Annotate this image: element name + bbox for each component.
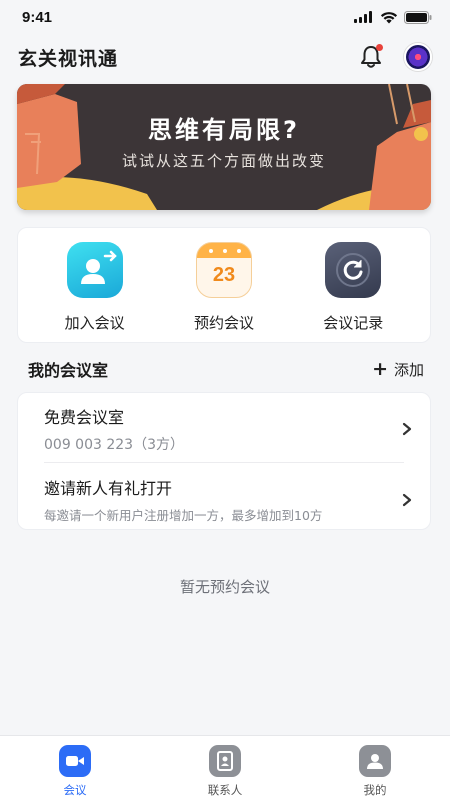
status-icons bbox=[354, 10, 432, 24]
contacts-icon bbox=[209, 745, 241, 777]
calendar-icon: 23 bbox=[195, 242, 252, 298]
avatar[interactable] bbox=[404, 43, 432, 71]
promo-banner[interactable]: 思维有局限? 试试从这五个方面做出改变 bbox=[17, 84, 431, 210]
notification-button[interactable] bbox=[358, 44, 384, 70]
chevron-right-icon bbox=[402, 493, 412, 507]
calendar-day: 23 bbox=[212, 264, 236, 286]
invite-title: 邀请新人有礼打开 bbox=[44, 479, 173, 498]
my-rooms-header: 我的会议室 + 添加 bbox=[28, 356, 424, 382]
schedule-meeting-button[interactable]: 23 预约会议 bbox=[169, 242, 279, 333]
signal-icon bbox=[354, 11, 372, 23]
banner-title: 思维有局限? bbox=[148, 116, 300, 144]
header-actions bbox=[358, 43, 432, 71]
app-header: 玄关视讯通 bbox=[0, 38, 450, 76]
app-title: 玄关视讯通 bbox=[18, 47, 119, 70]
my-rooms-card: 免费会议室 009 003 223（3方） 邀请新人有礼打开 每邀请一个新用户注… bbox=[17, 392, 431, 530]
add-room-button[interactable]: + 添加 bbox=[372, 359, 424, 380]
join-meeting-label: 加入会议 bbox=[64, 314, 125, 332]
empty-state-text: 暂无预约会议 bbox=[179, 578, 270, 596]
tab-meetings-label: 会议 bbox=[63, 783, 87, 797]
join-meeting-icon bbox=[66, 242, 123, 298]
free-room-number: 009 003 223（3方） bbox=[44, 437, 184, 453]
invite-row[interactable]: 邀请新人有礼打开 每邀请一个新用户注册增加一方，最多增加到10方 bbox=[18, 473, 430, 529]
invite-subtitle: 每邀请一个新用户注册增加一方，最多增加到10方 bbox=[44, 508, 323, 523]
meeting-records-label: 会议记录 bbox=[323, 314, 384, 332]
divider bbox=[44, 462, 404, 463]
status-bar: 9:41 bbox=[0, 0, 450, 34]
tab-meetings[interactable]: 会议 bbox=[15, 736, 135, 800]
status-time: 9:41 bbox=[22, 8, 53, 26]
tab-contacts-label: 联系人 bbox=[207, 783, 243, 797]
tab-contacts[interactable]: 联系人 bbox=[165, 736, 285, 800]
free-room-row[interactable]: 免费会议室 009 003 223（3方） bbox=[18, 402, 430, 462]
quick-actions-card: 加入会议 23 预约会议 会议记录 bbox=[17, 227, 431, 343]
schedule-meeting-label: 预约会议 bbox=[193, 314, 254, 332]
add-room-label: 添加 bbox=[393, 360, 424, 379]
battery-icon bbox=[404, 10, 432, 24]
notification-dot bbox=[376, 44, 383, 51]
wifi-icon bbox=[380, 11, 398, 23]
banner-subtitle: 试试从这五个方面做出改变 bbox=[121, 152, 326, 170]
my-rooms-title: 我的会议室 bbox=[28, 361, 109, 380]
tab-profile-label: 我的 bbox=[363, 783, 387, 797]
video-camera-icon bbox=[59, 745, 91, 777]
tab-profile[interactable]: 我的 bbox=[315, 736, 435, 800]
join-meeting-button[interactable]: 加入会议 bbox=[40, 242, 150, 333]
chevron-right-icon bbox=[402, 422, 412, 436]
history-icon bbox=[325, 242, 382, 298]
free-room-title: 免费会议室 bbox=[44, 408, 125, 427]
banner-illustration bbox=[17, 84, 431, 210]
tab-bar: 会议 联系人 我的 bbox=[0, 735, 450, 800]
profile-icon bbox=[359, 745, 391, 777]
meeting-records-button[interactable]: 会议记录 bbox=[298, 242, 408, 333]
plus-icon: + bbox=[372, 357, 388, 380]
